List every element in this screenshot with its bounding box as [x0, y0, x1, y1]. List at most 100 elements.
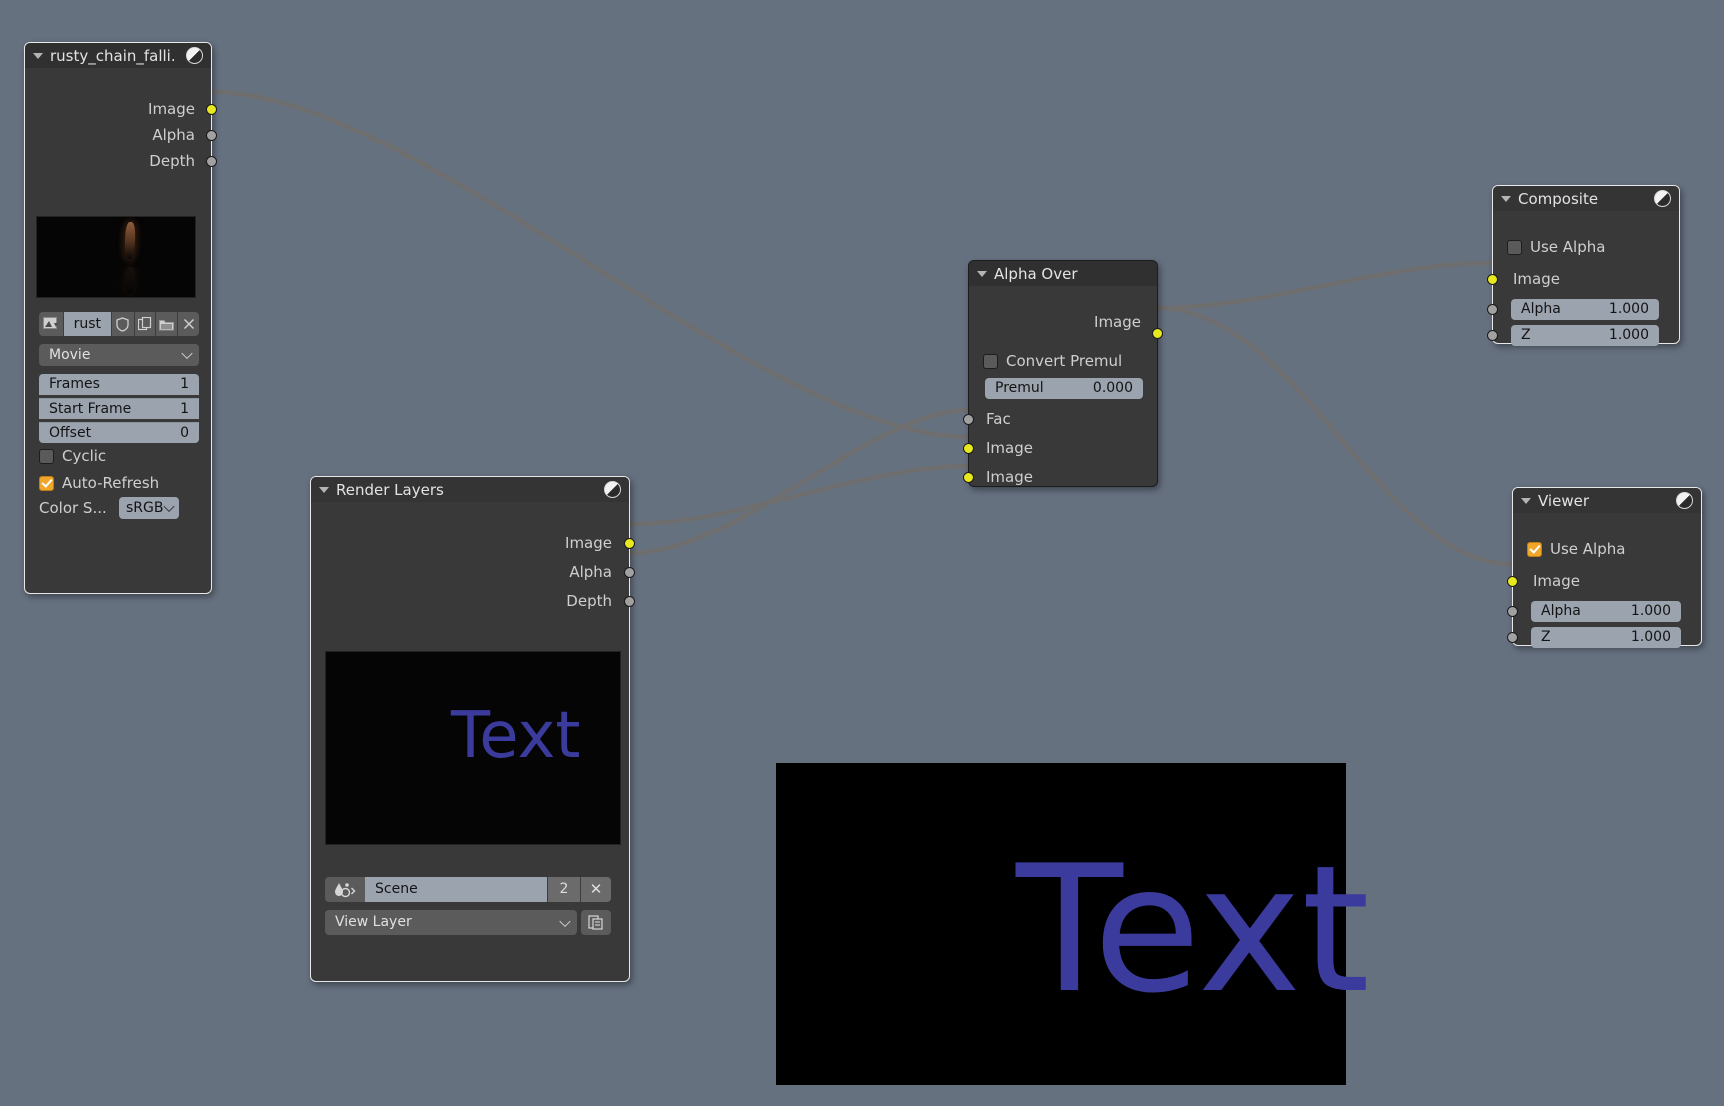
z-field[interactable]: Z 1.000: [1511, 325, 1659, 346]
collapse-triangle-icon[interactable]: [319, 487, 329, 493]
output-label-depth: Depth: [149, 153, 195, 170]
output-socket-image[interactable]: [624, 538, 635, 549]
premul-field[interactable]: Premul 0.000: [985, 378, 1143, 399]
alpha-value: 1.000: [1609, 299, 1649, 320]
node-render-layers[interactable]: Render Layers Image Alpha Depth Text Sce…: [310, 476, 630, 982]
x-icon[interactable]: ✕: [580, 877, 611, 902]
start-frame-value: 1: [180, 399, 189, 419]
node-viewer-title: Viewer: [1538, 492, 1672, 510]
output-label-image: Image: [565, 535, 612, 552]
shield-icon[interactable]: [112, 312, 135, 336]
premul-value: 0.000: [1093, 378, 1133, 399]
folder-icon[interactable]: [156, 312, 179, 336]
source-dropdown[interactable]: Movie: [39, 344, 199, 366]
input-socket-image-1[interactable]: [963, 443, 974, 454]
source-dropdown-label: Movie: [49, 344, 90, 366]
z-label: Z: [1521, 325, 1531, 346]
use-alpha-label: Use Alpha: [1530, 238, 1605, 256]
scene-users-count[interactable]: 2: [547, 877, 580, 902]
output-socket-depth[interactable]: [206, 156, 217, 167]
browse-image-icon[interactable]: [39, 312, 64, 336]
link-alphaover-to-composite: [1156, 263, 1492, 308]
start-frame-label: Start Frame: [49, 399, 131, 419]
offset-value: 0: [180, 423, 189, 443]
output-label-alpha: Alpha: [152, 127, 195, 144]
scene-icon[interactable]: [325, 877, 365, 902]
output-label-image: Image: [148, 101, 195, 118]
alpha-label: Alpha: [1521, 299, 1561, 320]
x-icon[interactable]: [178, 312, 199, 336]
link-alphaover-to-viewer: [1156, 308, 1512, 564]
node-image-header[interactable]: rusty_chain_falli.: [25, 43, 211, 68]
input-socket-alpha[interactable]: [1507, 606, 1518, 617]
image-name-field[interactable]: rust: [64, 312, 112, 336]
collapse-triangle-icon[interactable]: [977, 271, 987, 277]
use-alpha-checkbox[interactable]: [1527, 542, 1542, 557]
input-socket-z[interactable]: [1507, 632, 1518, 643]
use-alpha-checkbox-row[interactable]: Use Alpha: [1507, 238, 1605, 256]
output-socket-alpha[interactable]: [624, 567, 635, 578]
backdrop-text: Text: [1016, 843, 1370, 1018]
convert-premul-label: Convert Premul: [1006, 352, 1122, 370]
node-alpha-over-header[interactable]: Alpha Over: [969, 261, 1157, 286]
output-socket-image[interactable]: [206, 104, 217, 115]
offset-field[interactable]: Offset 0: [39, 422, 199, 443]
auto-refresh-checkbox[interactable]: [39, 476, 54, 491]
cyclic-checkbox[interactable]: [39, 449, 54, 464]
color-space-dropdown[interactable]: sRGB: [119, 497, 179, 519]
frames-value: 1: [180, 374, 189, 395]
input-socket-image[interactable]: [1507, 576, 1518, 587]
node-alpha-over-title: Alpha Over: [994, 265, 1149, 283]
offset-label: Offset: [49, 423, 91, 443]
alpha-field[interactable]: Alpha 1.000: [1531, 601, 1681, 622]
auto-refresh-checkbox-row[interactable]: Auto-Refresh: [39, 474, 159, 492]
input-socket-z[interactable]: [1487, 330, 1498, 341]
input-label-image: Image: [1533, 573, 1580, 590]
output-socket-depth[interactable]: [624, 596, 635, 607]
render-layers-preview-text: Text: [451, 704, 580, 768]
alpha-field[interactable]: Alpha 1.000: [1511, 299, 1659, 320]
new-view-layer-icon[interactable]: [581, 910, 611, 935]
input-socket-image[interactable]: [1487, 274, 1498, 285]
node-viewer[interactable]: Viewer Use Alpha Image Alpha 1.000 Z 1.0…: [1512, 487, 1702, 646]
premul-label: Premul: [995, 378, 1044, 399]
chain-reflection: [125, 267, 136, 294]
node-composite-title: Composite: [1518, 190, 1650, 208]
input-socket-fac[interactable]: [963, 414, 974, 425]
auto-refresh-label: Auto-Refresh: [62, 474, 159, 492]
z-label: Z: [1541, 627, 1551, 648]
node-alpha-over[interactable]: Alpha Over Image Convert Premul Premul 0…: [968, 260, 1158, 487]
node-image-title: rusty_chain_falli.: [50, 47, 182, 65]
output-label-alpha: Alpha: [569, 564, 612, 581]
node-render-layers-header[interactable]: Render Layers: [311, 477, 629, 502]
convert-premul-checkbox-row[interactable]: Convert Premul: [983, 352, 1122, 370]
output-label-image: Image: [1094, 314, 1141, 331]
chevron-down-icon: [181, 348, 192, 359]
frames-field[interactable]: Frames 1: [39, 374, 199, 395]
output-socket-image[interactable]: [1152, 328, 1163, 339]
output-socket-alpha[interactable]: [206, 130, 217, 141]
z-field[interactable]: Z 1.000: [1531, 627, 1681, 648]
node-image[interactable]: rusty_chain_falli. Image Alpha Depth rus…: [24, 42, 212, 594]
scene-name-field[interactable]: Scene: [365, 877, 547, 902]
collapse-triangle-icon[interactable]: [1521, 498, 1531, 504]
input-socket-alpha[interactable]: [1487, 304, 1498, 315]
input-socket-image-2[interactable]: [963, 472, 974, 483]
convert-premul-checkbox[interactable]: [983, 354, 998, 369]
node-composite[interactable]: Composite Use Alpha Image Alpha 1.000 Z …: [1492, 185, 1680, 344]
image-datablock-toolbar[interactable]: rust: [39, 312, 199, 336]
node-viewer-header[interactable]: Viewer: [1513, 488, 1701, 513]
start-frame-field[interactable]: Start Frame 1: [39, 398, 199, 419]
view-layer-dropdown[interactable]: View Layer: [325, 910, 577, 935]
z-value: 1.000: [1609, 325, 1649, 346]
collapse-triangle-icon[interactable]: [1501, 196, 1511, 202]
scene-row[interactable]: Scene 2 ✕: [325, 877, 611, 902]
duplicate-icon[interactable]: [135, 312, 156, 336]
collapse-triangle-icon[interactable]: [33, 53, 43, 59]
image-preview-thumbnail: [36, 216, 196, 298]
use-alpha-checkbox-row[interactable]: Use Alpha: [1527, 540, 1625, 558]
cyclic-checkbox-row[interactable]: Cyclic: [39, 447, 106, 465]
use-alpha-checkbox[interactable]: [1507, 240, 1522, 255]
chevron-down-icon: [559, 915, 570, 926]
node-composite-header[interactable]: Composite: [1493, 186, 1679, 211]
